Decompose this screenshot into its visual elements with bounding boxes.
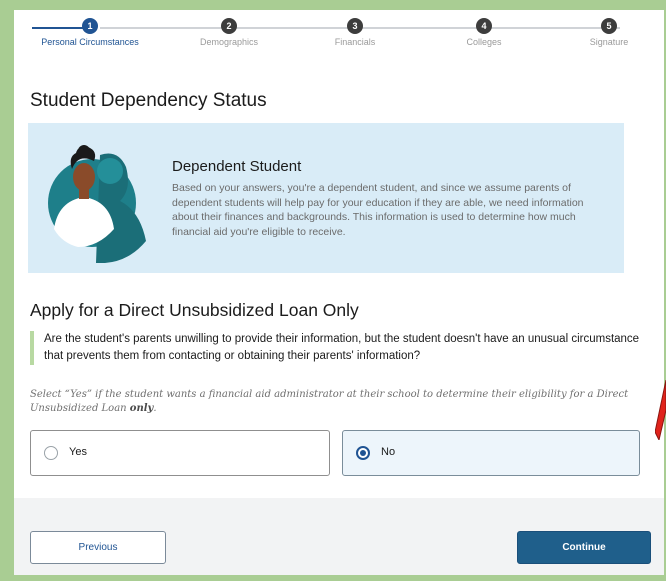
step-label: Personal Circumstances: [41, 37, 139, 47]
dependent-student-info-box: Dependent Student Based on your answers,…: [28, 123, 624, 273]
hint-end: .: [153, 403, 157, 414]
step-number: 1: [82, 18, 98, 34]
step-number: 5: [601, 18, 617, 34]
previous-button[interactable]: Previous: [30, 531, 166, 564]
step-financials[interactable]: 3 Financials: [290, 18, 420, 47]
red-arrow-annotation-icon: [655, 380, 666, 440]
radio-yes[interactable]: [44, 446, 58, 460]
student-parent-illustration-icon: [48, 145, 146, 263]
step-number: 3: [347, 18, 363, 34]
step-colleges[interactable]: 4 Colleges: [419, 18, 549, 47]
option-yes-label: Yes: [69, 446, 87, 458]
radio-no[interactable]: [356, 446, 370, 460]
option-no[interactable]: No: [342, 430, 640, 476]
step-number: 4: [476, 18, 492, 34]
step-signature[interactable]: 5 Signature: [544, 18, 664, 47]
info-body: Based on your answers, you're a dependen…: [172, 182, 584, 238]
application-panel: 1 Personal Circumstances 2 Demographics …: [14, 10, 664, 575]
question-text: Are the student's parents unwilling to p…: [30, 331, 654, 365]
hint-main: Select “Yes” if the student wants a fina…: [30, 389, 629, 414]
option-no-label: No: [381, 446, 396, 458]
continue-button[interactable]: Continue: [517, 531, 651, 564]
hint-text: Select “Yes” if the student wants a fina…: [30, 388, 630, 416]
page-title: Student Dependency Status: [30, 90, 267, 111]
step-personal-circumstances[interactable]: 1 Personal Circumstances: [25, 18, 155, 47]
step-demographics[interactable]: 2 Demographics: [164, 18, 294, 47]
step-label: Financials: [334, 37, 376, 47]
step-label: Signature: [589, 37, 629, 47]
step-label: Colleges: [466, 37, 502, 47]
step-number: 2: [221, 18, 237, 34]
hint-emphasis: only: [129, 403, 154, 414]
section-title: Apply for a Direct Unsubsidized Loan Onl…: [30, 300, 359, 320]
info-title: Dependent Student: [172, 158, 302, 175]
step-label: Demographics: [199, 37, 259, 47]
option-yes[interactable]: Yes: [30, 430, 330, 476]
progress-stepper: 1 Personal Circumstances 2 Demographics …: [14, 10, 664, 70]
